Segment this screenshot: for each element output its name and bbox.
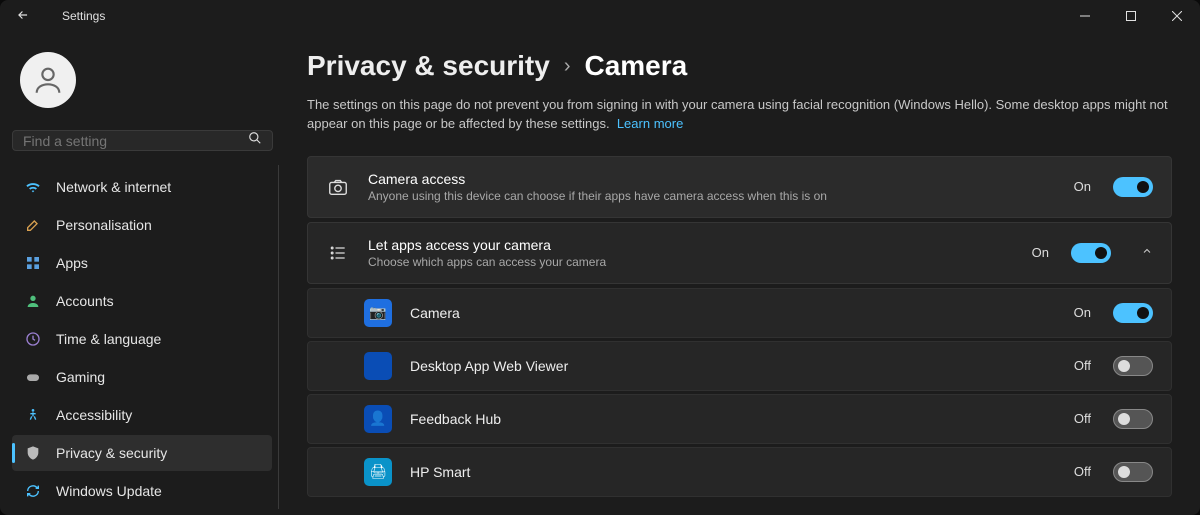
card-subtitle: Choose which apps can access your camera (368, 255, 1014, 269)
app-icon (364, 352, 392, 380)
close-button[interactable] (1154, 0, 1200, 32)
person-icon (24, 292, 42, 310)
app-icon: 👤 (364, 405, 392, 433)
toggle-state-label: On (1074, 305, 1091, 320)
back-button[interactable] (8, 4, 38, 29)
toggle-state-label: On (1074, 179, 1091, 194)
sidebar-item-accessibility[interactable]: Accessibility (12, 397, 272, 433)
camera-access-toggle[interactable] (1113, 177, 1153, 197)
access-icon (24, 406, 42, 424)
card-subtitle: Anyone using this device can choose if t… (368, 189, 1056, 203)
maximize-button[interactable] (1108, 0, 1154, 32)
app-name-label: Desktop App Web Viewer (410, 358, 1056, 374)
let-apps-toggle[interactable] (1071, 243, 1111, 263)
sidebar-item-apps[interactable]: Apps (12, 245, 272, 281)
update-icon (24, 482, 42, 500)
breadcrumb: Privacy & security › Camera (307, 50, 1172, 82)
app-name-label: Feedback Hub (410, 411, 1056, 427)
main-content: Privacy & security › Camera The settings… (285, 32, 1200, 515)
sidebar-item-label: Accounts (56, 293, 114, 309)
game-icon (24, 368, 42, 386)
toggle-state-label: Off (1074, 464, 1091, 479)
sidebar-item-label: Gaming (56, 369, 105, 385)
app-row-feedback-hub: 👤 Feedback Hub Off (307, 394, 1172, 444)
window-title: Settings (62, 9, 105, 23)
app-icon: 📷 (364, 299, 392, 327)
sidebar-item-personalisation[interactable]: Personalisation (12, 207, 272, 243)
clock-icon (24, 330, 42, 348)
app-row-desktop-app-web-viewer: Desktop App Web Viewer Off (307, 341, 1172, 391)
sidebar-item-gaming[interactable]: Gaming (12, 359, 272, 395)
wifi-icon (24, 178, 42, 196)
app-toggle[interactable] (1113, 303, 1153, 323)
app-row-hp-smart: 🖨 HP Smart Off (307, 447, 1172, 497)
search-input[interactable] (12, 130, 273, 151)
sidebar-item-label: Network & internet (56, 179, 171, 195)
apps-icon (24, 254, 42, 272)
toggle-state-label: Off (1074, 411, 1091, 426)
titlebar: Settings (0, 0, 1200, 32)
list-icon (326, 243, 350, 263)
app-icon: 🖨 (364, 458, 392, 486)
minimize-button[interactable] (1062, 0, 1108, 32)
sidebar-item-time-language[interactable]: Time & language (12, 321, 272, 357)
breadcrumb-parent[interactable]: Privacy & security (307, 50, 550, 82)
avatar[interactable] (20, 52, 76, 108)
app-name-label: HP Smart (410, 464, 1056, 480)
sidebar-item-privacy-security[interactable]: Privacy & security (12, 435, 272, 471)
sidebar-item-accounts[interactable]: Accounts (12, 283, 272, 319)
sidebar-item-windows-update[interactable]: Windows Update (12, 473, 272, 509)
learn-more-link[interactable]: Learn more (617, 116, 683, 131)
sidebar-item-label: Apps (56, 255, 88, 271)
app-toggle[interactable] (1113, 356, 1153, 376)
sidebar-item-label: Windows Update (56, 483, 162, 499)
let-apps-card[interactable]: Let apps access your camera Choose which… (307, 222, 1172, 284)
card-title: Camera access (368, 171, 1056, 187)
toggle-state-label: On (1032, 245, 1049, 260)
app-toggle[interactable] (1113, 462, 1153, 482)
sidebar-item-label: Accessibility (56, 407, 132, 423)
sidebar-item-network-internet[interactable]: Network & internet (12, 169, 272, 205)
sidebar-item-label: Time & language (56, 331, 161, 347)
breadcrumb-current: Camera (584, 50, 687, 82)
camera-icon (326, 176, 350, 198)
sidebar-item-label: Privacy & security (56, 445, 167, 461)
camera-access-card[interactable]: Camera access Anyone using this device c… (307, 156, 1172, 218)
sidebar-item-label: Personalisation (56, 217, 152, 233)
app-toggle[interactable] (1113, 409, 1153, 429)
card-title: Let apps access your camera (368, 237, 1014, 253)
app-name-label: Camera (410, 305, 1056, 321)
page-description: The settings on this page do not prevent… (307, 96, 1172, 134)
search-icon (248, 131, 262, 150)
shield-icon (24, 444, 42, 462)
sidebar: Network & internet Personalisation Apps Acc… (0, 32, 285, 515)
app-row-camera: 📷 Camera On (307, 288, 1172, 338)
chevron-right-icon: › (564, 55, 571, 78)
chevron-up-icon[interactable] (1141, 245, 1153, 260)
toggle-state-label: Off (1074, 358, 1091, 373)
brush-icon (24, 216, 42, 234)
